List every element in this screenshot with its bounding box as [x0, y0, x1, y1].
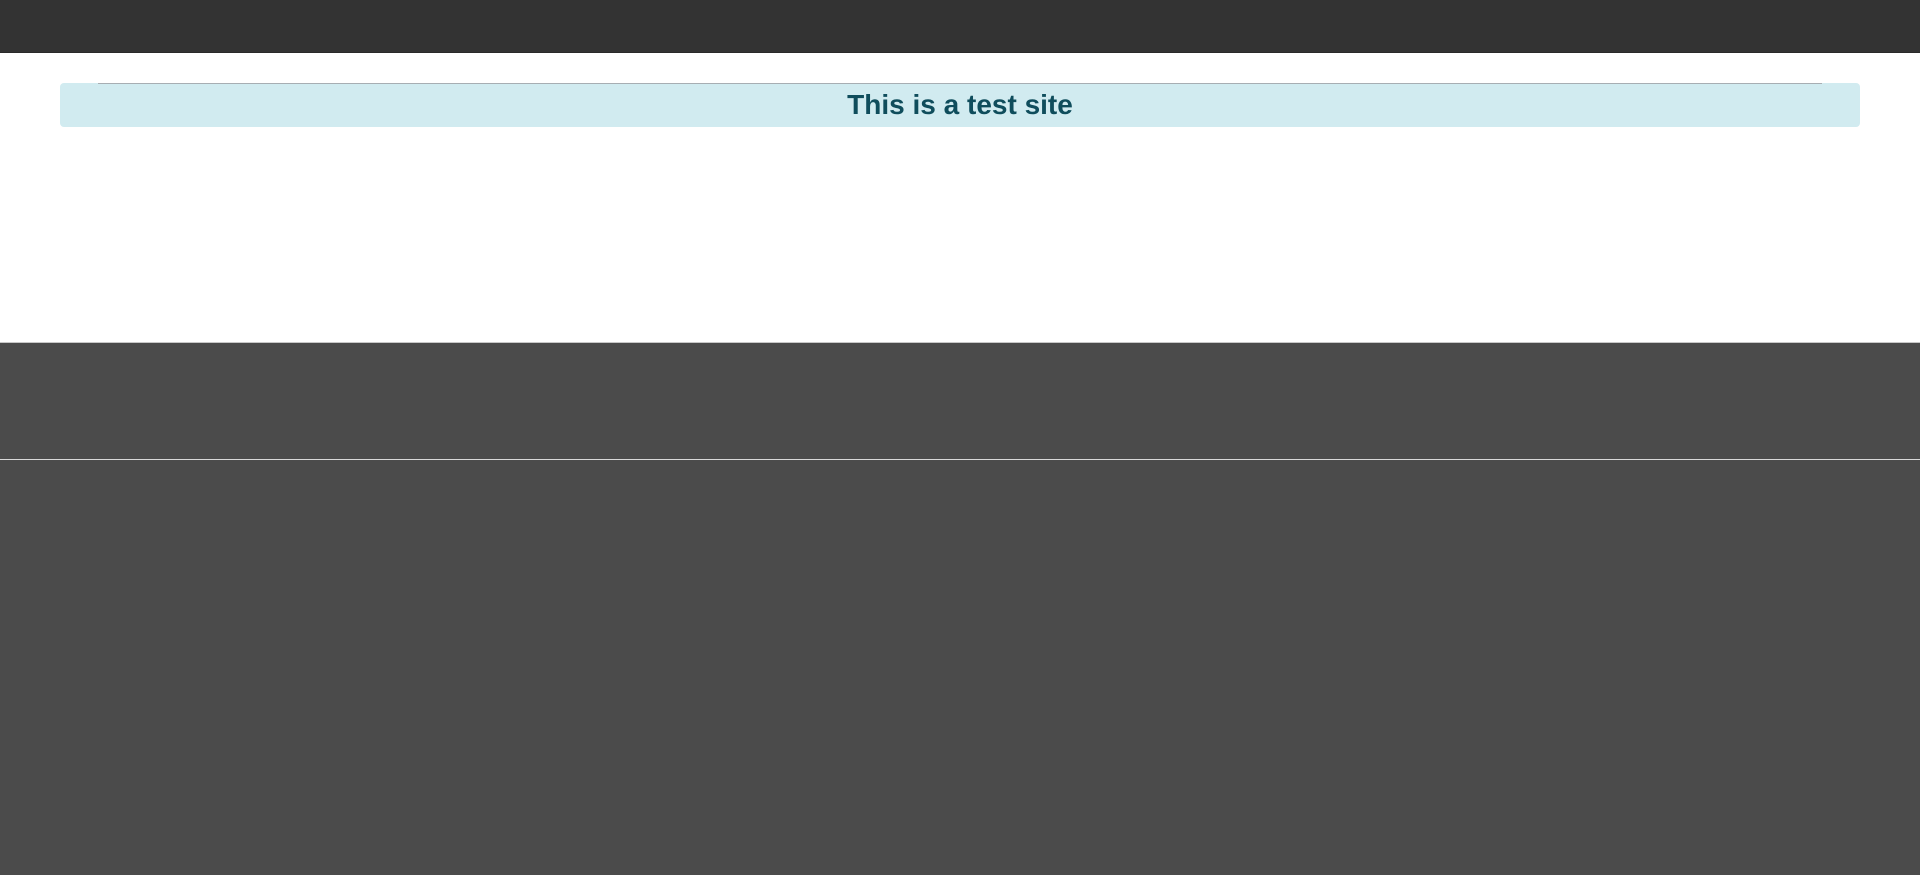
footer-lower-section — [0, 460, 1920, 875]
footer-upper-section — [0, 342, 1920, 459]
test-site-notice: This is a test site — [60, 83, 1860, 127]
top-navigation-bar — [0, 0, 1920, 53]
page: This is a test site — [0, 0, 1920, 875]
notice-title: This is a test site — [847, 89, 1073, 120]
main-content: This is a test site — [0, 53, 1920, 342]
notice-divider — [98, 83, 1822, 84]
